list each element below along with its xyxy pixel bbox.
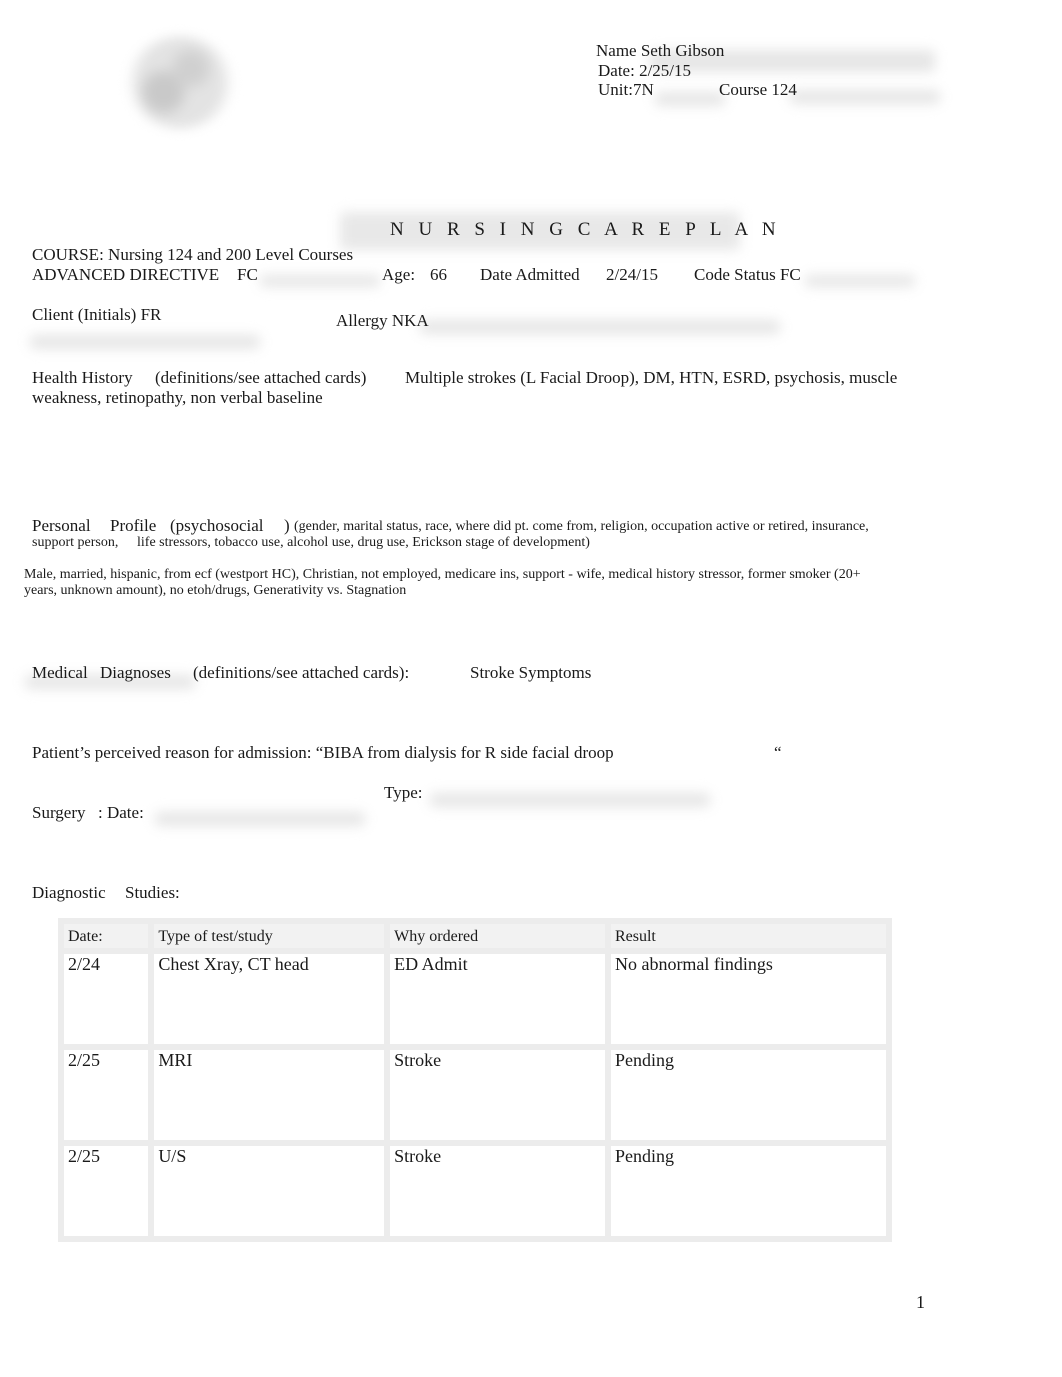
column-header-type: Type of test/study bbox=[148, 918, 391, 954]
personal-profile-value-1: Male, married, hispanic, from ecf (westp… bbox=[24, 567, 861, 582]
advanced-directive-value: FC bbox=[237, 265, 258, 284]
cell-why: ED Admit bbox=[384, 948, 611, 1050]
cell-type: U/S bbox=[148, 1140, 391, 1242]
column-header-date: Date: bbox=[57, 918, 155, 954]
table-row: 2/25 U/S Stroke Pending bbox=[57, 1140, 893, 1242]
advanced-directive-label: ADVANCED DIRECTIVE bbox=[32, 265, 220, 284]
table-row: 2/25 MRI Stroke Pending bbox=[57, 1044, 893, 1146]
cell-date: 2/25 bbox=[57, 1044, 155, 1146]
cell-why: Stroke bbox=[384, 1140, 611, 1242]
column-header-why: Why ordered bbox=[384, 918, 611, 954]
personal-profile-prompt-1: (gender, marital status, race, where did… bbox=[294, 519, 869, 534]
medical-diagnoses-label: Medical bbox=[32, 663, 88, 682]
code-status: Code Status FC bbox=[694, 265, 801, 284]
column-header-result: Result bbox=[604, 918, 893, 954]
student-name: Name Seth Gibson bbox=[596, 41, 725, 60]
health-history-note: (definitions/see attached cards) bbox=[155, 368, 367, 387]
surgery-type-label: Type: bbox=[384, 783, 423, 802]
health-history-value-1: Multiple strokes (L Facial Droop), DM, H… bbox=[405, 368, 898, 387]
admission-reason-close-quote: “ bbox=[774, 743, 782, 762]
allergy: Allergy NKA bbox=[336, 311, 429, 330]
cell-why: Stroke bbox=[384, 1044, 611, 1146]
diagnostic-studies-label: Diagnostic bbox=[32, 883, 106, 902]
cell-type: MRI bbox=[148, 1044, 391, 1146]
medical-diagnoses-value: Stroke Symptoms bbox=[470, 663, 592, 682]
personal-profile-prompt-2b: life stressors, tobacco use, alcohol use… bbox=[137, 535, 590, 550]
personal-profile-close: ) bbox=[284, 516, 290, 535]
school-logo bbox=[125, 35, 235, 130]
medical-diagnoses-note: (definitions/see attached cards): bbox=[193, 663, 410, 682]
personal-profile-label-3: (psychosocial bbox=[170, 516, 264, 535]
personal-profile-prompt-2a: support person, bbox=[32, 535, 119, 550]
health-history-label: Health History bbox=[32, 368, 133, 387]
health-history-value-2: weakness, retinopathy, non verbal baseli… bbox=[32, 388, 323, 407]
diagnostic-studies-label-2: Studies: bbox=[125, 883, 180, 902]
page-number: 1 bbox=[916, 1292, 925, 1312]
course-number: Course 124 bbox=[719, 80, 797, 99]
age-label: Age: bbox=[382, 265, 416, 284]
date-admitted-label: Date Admitted bbox=[480, 265, 580, 284]
diagnostic-studies-table: Date: Type of test/study Why ordered Res… bbox=[57, 918, 893, 1242]
plan-date: Date: 2/25/15 bbox=[598, 61, 692, 80]
cell-date: 2/24 bbox=[57, 948, 155, 1050]
personal-profile-label: Personal bbox=[32, 516, 91, 535]
unit: Unit:7N bbox=[598, 80, 654, 99]
cell-date: 2/25 bbox=[57, 1140, 155, 1242]
page-title: N U R S I N G C A R E P L A N bbox=[390, 219, 781, 240]
cell-result: Pending bbox=[604, 1044, 893, 1146]
personal-profile-label-2: Profile bbox=[110, 516, 157, 535]
medical-diagnoses-label-2: Diagnoses bbox=[100, 663, 171, 682]
personal-profile-value-2: years, unknown amount), no etoh/drugs, G… bbox=[24, 583, 407, 598]
client-initials: Client (Initials) FR bbox=[32, 305, 162, 324]
cell-result: No abnormal findings bbox=[604, 948, 893, 1050]
surgery-date-label: : Date: bbox=[98, 803, 144, 822]
cell-result: Pending bbox=[604, 1140, 893, 1242]
surgery-label: Surgery bbox=[32, 803, 86, 822]
course-line: COURSE: Nursing 124 and 200 Level Course… bbox=[32, 245, 354, 264]
table-row: 2/24 Chest Xray, CT head ED Admit No abn… bbox=[57, 948, 893, 1050]
cell-type: Chest Xray, CT head bbox=[148, 948, 391, 1050]
table-header-row: Date: Type of test/study Why ordered Res… bbox=[57, 918, 893, 954]
admission-reason: Patient’s perceived reason for admission… bbox=[32, 743, 614, 762]
age-value: 66 bbox=[430, 265, 447, 284]
date-admitted-value: 2/24/15 bbox=[606, 265, 658, 284]
